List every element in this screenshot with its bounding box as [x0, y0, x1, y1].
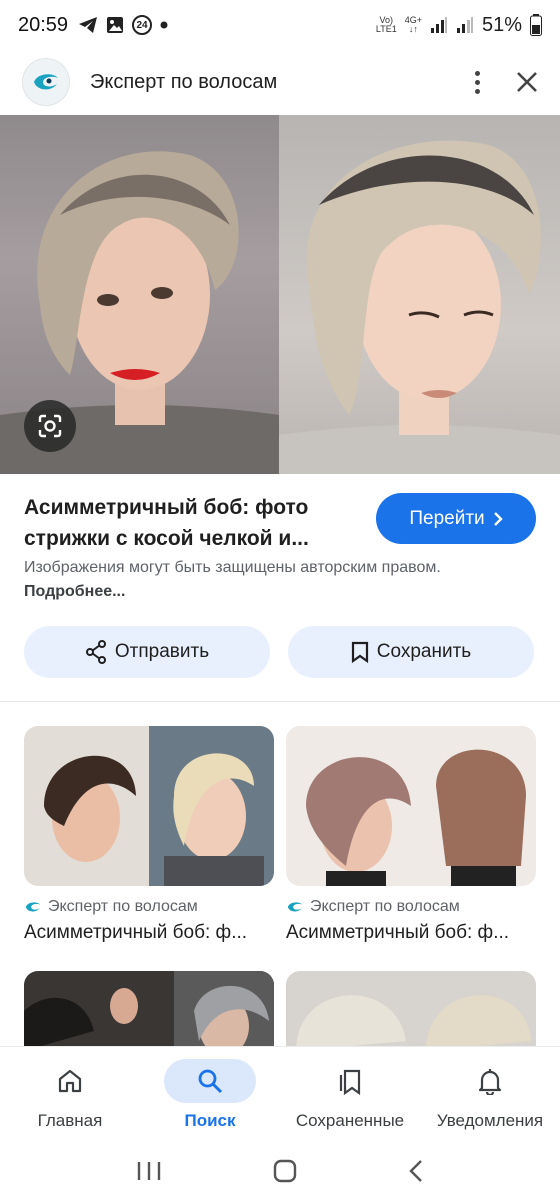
nav-saved-label: Сохраненные — [295, 1111, 405, 1130]
copyright-text: Изображения могут быть защищены авторски… — [24, 559, 441, 576]
related-source[interactable]: Эксперт по волосам — [24, 898, 274, 916]
chevron-right-icon — [493, 511, 503, 526]
more-vert-icon[interactable] — [475, 70, 480, 94]
nav-notifications-label: Уведомления — [436, 1111, 544, 1130]
related-thumbnail-partial[interactable] — [286, 971, 536, 1051]
hero-image-right — [279, 115, 560, 474]
search-icon — [198, 1069, 223, 1094]
related-thumbnail[interactable] — [24, 726, 274, 886]
result-title[interactable]: Асимметричный боб: фото стрижки с косой … — [24, 492, 354, 554]
google-lens-button[interactable] — [24, 400, 76, 452]
nav-home-icon-wrap — [24, 1059, 116, 1103]
notification-count-badge: 24 — [132, 15, 153, 35]
hair-expert-logo-icon — [25, 902, 41, 912]
signal-icon-2 — [456, 17, 473, 33]
nav-saved-icon-wrap — [304, 1059, 396, 1103]
nav-home[interactable]: Главная — [0, 1047, 140, 1142]
share-icon — [85, 640, 106, 664]
bell-icon — [478, 1069, 502, 1095]
related-card[interactable]: Эксперт по волосам Асимметричный боб: ф.… — [286, 726, 536, 944]
related-source-name: Эксперт по волосам — [310, 898, 460, 915]
learn-more-link[interactable]: Подробнее... — [24, 583, 125, 600]
dot-icon — [160, 21, 168, 29]
visit-button[interactable]: Перейти — [376, 493, 536, 544]
result-image[interactable] — [0, 115, 560, 474]
share-button[interactable]: Отправить — [24, 626, 270, 678]
viewer-header: Эксперт по волосам — [0, 50, 560, 114]
back-icon[interactable] — [408, 1159, 424, 1183]
battery-percent: 51% — [481, 13, 522, 36]
copyright-notice: Изображения могут быть защищены авторски… — [24, 556, 444, 604]
related-title[interactable]: Асимметричный боб: ф... — [286, 922, 536, 944]
close-icon[interactable] — [516, 71, 538, 93]
nav-notifications[interactable]: Уведомления — [420, 1047, 560, 1142]
telegram-icon — [79, 17, 98, 33]
hair-expert-logo-icon[interactable] — [22, 58, 70, 106]
related-title[interactable]: Асимметричный боб: ф... — [24, 922, 274, 944]
save-button[interactable]: Сохранить — [288, 626, 534, 678]
save-button-label: Сохранить — [376, 641, 472, 662]
volte-indicator: Vo) LTE1 — [375, 15, 397, 34]
signal-icon — [430, 17, 447, 33]
related-thumbnail-partial[interactable] — [24, 971, 274, 1051]
network-type-indicator: 4G+ ↓↑ — [404, 15, 422, 34]
nav-search-icon-wrap — [164, 1059, 256, 1103]
home-button-icon[interactable] — [273, 1159, 297, 1183]
nav-search[interactable]: Поиск — [140, 1047, 280, 1142]
divider — [0, 701, 560, 702]
nav-notifications-icon-wrap — [444, 1059, 536, 1103]
related-source[interactable]: Эксперт по волосам — [286, 898, 536, 916]
nav-saved[interactable]: Сохраненные — [280, 1047, 420, 1142]
nav-search-label: Поиск — [184, 1111, 236, 1130]
nav-home-label: Главная — [37, 1111, 103, 1130]
home-icon — [58, 1069, 82, 1093]
visit-button-label: Перейти — [409, 507, 485, 529]
related-thumbnail[interactable] — [286, 726, 536, 886]
gallery-icon — [107, 17, 124, 33]
bookmarks-icon — [339, 1069, 361, 1095]
hair-expert-logo-icon — [287, 902, 303, 912]
related-source-name: Эксперт по волосам — [48, 898, 198, 915]
status-time: 20:59 — [18, 13, 69, 36]
header-title[interactable]: Эксперт по волосам — [90, 71, 277, 94]
status-bar: 20:59 24 Vo) LTE1 4G+ ↓↑ 51% — [0, 0, 560, 50]
system-navigation — [0, 1142, 560, 1200]
bottom-navigation: Главная Поиск Сохраненные Уведомления — [0, 1046, 560, 1142]
recent-apps-icon[interactable] — [136, 1160, 162, 1182]
related-card[interactable]: Эксперт по волосам Асимметричный боб: ф.… — [24, 726, 274, 944]
share-button-label: Отправить — [114, 641, 210, 662]
lens-icon — [38, 414, 62, 438]
bookmark-icon — [351, 641, 368, 663]
battery-icon — [530, 14, 542, 36]
